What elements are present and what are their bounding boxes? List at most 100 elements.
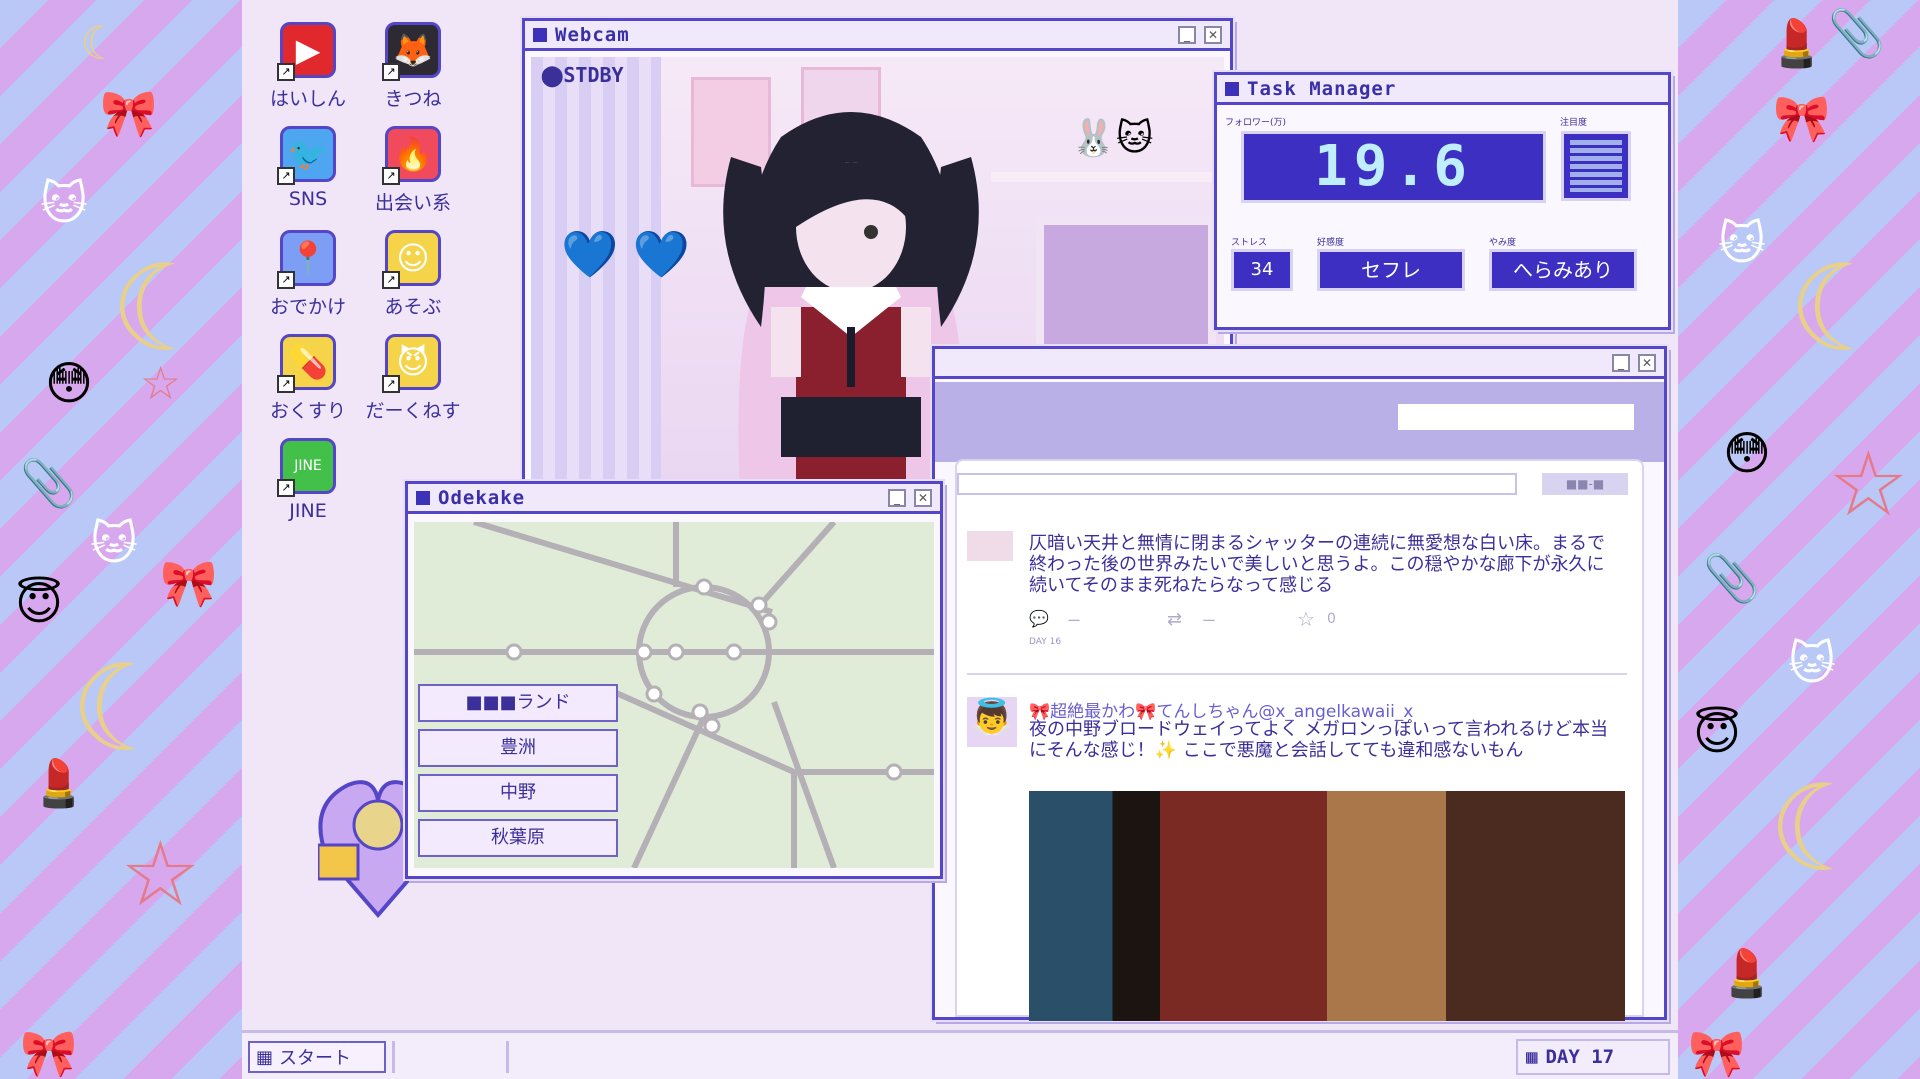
smiley-folder-app-shortcut[interactable]: ☺ ↗ あそぶ: [365, 230, 461, 319]
retweet-icon[interactable]: ⇄: [1167, 609, 1182, 630]
app-label: おでかけ: [269, 296, 346, 318]
devil-folder-icon: 😈 ↗: [382, 334, 441, 393]
hearts-decoration: 💙 💙: [561, 227, 691, 281]
post-avatar: [967, 531, 1013, 561]
post-avatar: 👼: [967, 697, 1017, 747]
star-outline-icon: ☆: [140, 356, 182, 410]
moon-icon: ☾: [70, 640, 178, 779]
followers-label: フォロワー(万): [1225, 118, 1287, 128]
app-label: だーくねす: [365, 400, 461, 422]
shortcut-arrow-icon: ↗: [277, 63, 295, 81]
sns-titlebar[interactable]: _ ✕: [935, 349, 1664, 379]
yami-value: へらみあり: [1489, 249, 1637, 291]
flame-icon: 🔥 ↗: [382, 126, 441, 185]
ribbon-icon: 🎀: [160, 556, 218, 610]
video-play-app-shortcut[interactable]: ▶ ↗ はいしん: [260, 22, 356, 111]
right-wallpaper: 📎 💄 🎀 🐱 ☾ 😳 ☆ 📎 🐱 😇 ☾ 💄 🎀: [1678, 0, 1920, 1079]
post-day: DAY 16: [1029, 637, 1062, 647]
yami-label: やみ度: [1489, 238, 1517, 248]
minimize-button[interactable]: _: [1612, 353, 1630, 372]
divider: [967, 673, 1627, 675]
ribbon-icon: 🎀: [20, 1026, 78, 1079]
window-icon: [533, 27, 547, 42]
smiley-folder-icon: ☺ ↗: [382, 230, 441, 289]
app-label: 出会い系: [374, 192, 451, 214]
fav-count: 0: [1327, 611, 1336, 627]
window-icon: [416, 490, 430, 505]
task-manager-window[interactable]: Task Manager フォロワー(万) 19.6 注目度 ストレス 34 好…: [1214, 72, 1671, 330]
taskbar-divider: [392, 1041, 395, 1073]
jine-chat-app-shortcut[interactable]: JINE ↗ JINE: [260, 438, 356, 522]
bird-app-shortcut[interactable]: 🐦 ↗ SNS: [260, 126, 356, 210]
fav-icon[interactable]: ☆: [1297, 607, 1315, 631]
smiley-icon: 😳: [1723, 426, 1771, 480]
taskbar: ▦ スタート ▦ DAY 17: [242, 1030, 1678, 1079]
clip-icon: 📎: [1828, 6, 1886, 60]
attention-label: 注目度: [1560, 118, 1588, 128]
cat-icon: 🐱: [90, 516, 138, 570]
odekake-titlebar[interactable]: Odekake _ ✕: [408, 484, 940, 514]
lipstick-icon: 💄: [1768, 16, 1826, 70]
post-photo[interactable]: [1029, 791, 1625, 1021]
monitor: [1036, 217, 1216, 357]
moon-icon: ☾: [110, 240, 218, 379]
affection-label: 好感度: [1317, 238, 1345, 248]
start-label: スタート: [279, 1048, 352, 1069]
day-label: DAY 17: [1545, 1046, 1615, 1068]
destination-button[interactable]: 中野: [418, 774, 618, 812]
map-pin-app-shortcut[interactable]: 📍 ↗ おでかけ: [260, 230, 356, 319]
window-icon: [1225, 81, 1239, 96]
webcam-titlebar[interactable]: Webcam _ ✕: [525, 21, 1230, 51]
app-label: きつね: [384, 88, 442, 110]
odekake-window[interactable]: Odekake _ ✕ ■■■ランド 豊洲中野秋葉原: [405, 481, 943, 879]
calendar-icon: ▦: [1526, 1046, 1538, 1068]
sns-search-box[interactable]: [1398, 404, 1634, 430]
video-play-icon: ▶ ↗: [277, 22, 336, 81]
destination-button[interactable]: ■■■ランド: [418, 684, 618, 722]
post-text: 夜の中野ブロードウェイってよく メガロンっぽいって言われるけど本当にそんな感じ！…: [1029, 719, 1609, 761]
minimize-button[interactable]: _: [888, 488, 906, 507]
angel-smiley-icon: 😇: [15, 576, 63, 630]
app-label: JINE: [289, 500, 327, 522]
sns-window[interactable]: _ ✕ ■■-■ 仄暗い天井と無情に閉まるシャッターの連続に無愛想な白い床。まる…: [932, 346, 1667, 1021]
app-label: はいしん: [269, 88, 346, 110]
moon-icon: ☾: [1768, 760, 1876, 899]
standby-status: ⬤STDBY: [541, 63, 624, 87]
ribbon-icon: 🎀: [1773, 91, 1831, 145]
cat-icon: 🐱: [1718, 216, 1766, 270]
close-button[interactable]: ✕: [914, 488, 932, 507]
curtain: [531, 57, 661, 509]
shortcut-arrow-icon: ↗: [382, 167, 400, 185]
attention-meter: [1561, 131, 1631, 201]
star-outline-icon: ☆: [120, 822, 201, 927]
sns-post-button[interactable]: ■■-■: [1542, 473, 1628, 495]
moon-icon: ☾: [1788, 240, 1896, 379]
minimize-button[interactable]: _: [1178, 25, 1196, 44]
devil-folder-app-shortcut[interactable]: 😈 ↗ だーくねす: [365, 334, 461, 423]
left-wallpaper: ☾ 🎀 🐱 ☾ ☆ 😳 📎 🐱 🎀 😇 ☾ 💄 ☆ 🎀: [0, 0, 242, 1079]
jine-chat-icon: JINE ↗: [277, 438, 336, 497]
sns-header: [935, 382, 1664, 462]
close-button[interactable]: ✕: [1638, 353, 1656, 372]
stress-label: ストレス: [1231, 238, 1268, 248]
shortcut-arrow-icon: ↗: [277, 167, 295, 185]
pill-folder-app-shortcut[interactable]: 💊 ↗ おくすり: [260, 334, 356, 423]
fox-bottle-app-shortcut[interactable]: 🦊 ↗ きつね: [365, 22, 461, 111]
sns-compose-field[interactable]: [957, 473, 1517, 495]
destination-button[interactable]: 豊洲: [418, 729, 618, 767]
task-manager-titlebar[interactable]: Task Manager: [1217, 75, 1668, 105]
stress-value: 34: [1231, 249, 1293, 291]
destination-button[interactable]: 秋葉原: [418, 819, 618, 857]
pill-folder-icon: 💊 ↗: [277, 334, 336, 393]
close-button[interactable]: ✕: [1204, 25, 1222, 44]
shortcut-arrow-icon: ↗: [382, 375, 400, 393]
retweet-count: ー: [1202, 614, 1216, 630]
lipstick-icon: 💄: [1718, 946, 1776, 1000]
reply-icon[interactable]: 💬: [1029, 609, 1049, 628]
start-button[interactable]: ▦ スタート: [248, 1041, 386, 1073]
shelf: [991, 172, 1221, 182]
shortcut-arrow-icon: ↗: [382, 63, 400, 81]
flame-app-shortcut[interactable]: 🔥 ↗ 出会い系: [365, 126, 461, 215]
plush-toys: 🐰🐱: [1071, 118, 1154, 159]
ribbon-icon: 🎀: [1688, 1026, 1746, 1079]
